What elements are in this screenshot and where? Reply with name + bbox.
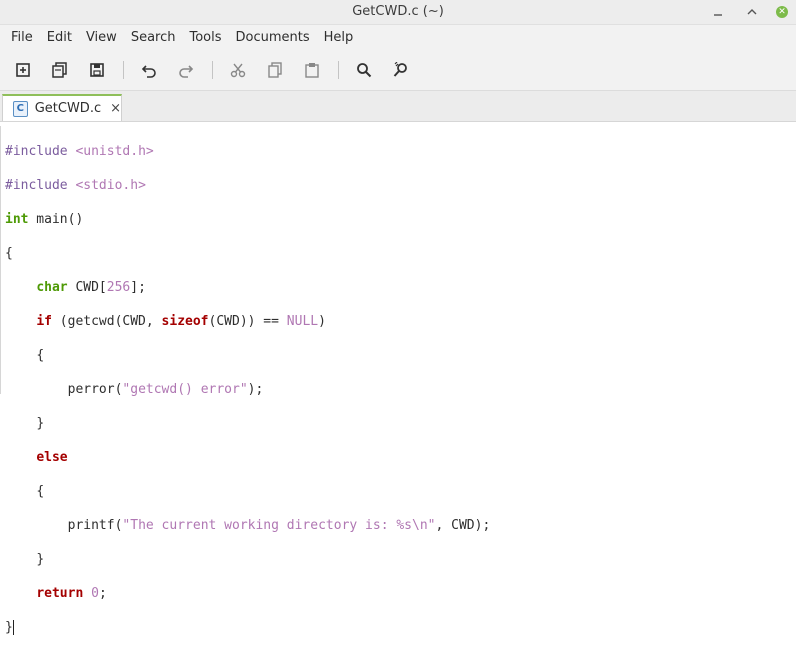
control-keyword: if — [36, 314, 52, 329]
open-document-icon[interactable] — [47, 57, 73, 83]
code-content: #include <unistd.h> #include <stdio.h> i… — [1, 126, 796, 653]
code-text: CWD[ — [67, 280, 107, 295]
paste-icon[interactable] — [299, 57, 325, 83]
undo-icon[interactable] — [136, 57, 162, 83]
menu-file[interactable]: File — [4, 30, 40, 45]
code-text: printf( — [67, 518, 123, 533]
code-line: int main() — [5, 211, 796, 228]
code-line: char CWD[256]; — [5, 279, 796, 296]
code-text: main() — [28, 212, 84, 227]
code-text: (CWD)) == — [208, 314, 287, 329]
find-replace-icon[interactable] — [388, 57, 414, 83]
save-icon[interactable] — [84, 57, 110, 83]
maximize-icon[interactable] — [742, 2, 762, 22]
menu-tools[interactable]: Tools — [182, 30, 228, 45]
menu-bar: File Edit View Search Tools Documents He… — [0, 25, 796, 50]
code-line: printf("The current working directory is… — [5, 517, 796, 534]
code-line: { — [5, 483, 796, 500]
code-text: { — [5, 246, 13, 261]
toolbar-separator — [212, 61, 213, 79]
type-keyword: char — [36, 280, 68, 295]
code-text: (getcwd(CWD, — [51, 314, 162, 329]
code-line: } — [5, 551, 796, 568]
new-document-icon[interactable] — [10, 57, 36, 83]
code-line: if (getcwd(CWD, sizeof(CWD)) == NULL) — [5, 313, 796, 330]
toolbar-separator — [338, 61, 339, 79]
c-file-icon: C — [13, 100, 28, 117]
code-line: } — [5, 619, 796, 636]
menu-search[interactable]: Search — [124, 30, 183, 45]
search-icon[interactable] — [351, 57, 377, 83]
code-line: perror("getcwd() error"); — [5, 381, 796, 398]
code-text: perror( — [67, 382, 123, 397]
window-controls: ✕ — [708, 2, 788, 22]
redo-icon[interactable] — [173, 57, 199, 83]
type-keyword: int — [5, 212, 29, 227]
include-path: <unistd.h> — [75, 144, 154, 159]
tab-getcwd[interactable]: C GetCWD.c × — [2, 94, 122, 121]
window-title: GetCWD.c (~) — [352, 4, 444, 19]
preprocessor-directive: #include — [5, 178, 68, 193]
code-line: else — [5, 449, 796, 466]
code-text: , CWD); — [435, 518, 491, 533]
code-text: } — [36, 552, 45, 567]
code-text: } — [36, 416, 45, 431]
string-literal: "The current working directory is: %s\n" — [122, 518, 436, 533]
menu-help[interactable]: Help — [317, 30, 361, 45]
copy-icon[interactable] — [262, 57, 288, 83]
cut-icon[interactable] — [225, 57, 251, 83]
code-line: { — [5, 245, 796, 262]
toolbar-separator — [123, 61, 124, 79]
code-text: ; — [98, 586, 107, 601]
menu-edit[interactable]: Edit — [40, 30, 79, 45]
string-literal: "getcwd() error" — [122, 382, 248, 397]
code-text: { — [36, 348, 45, 363]
tab-label: GetCWD.c — [34, 101, 102, 116]
code-editor[interactable]: #include <unistd.h> #include <stdio.h> i… — [0, 126, 796, 635]
code-line: return 0; — [5, 585, 796, 602]
number-literal: 0 — [91, 586, 99, 601]
code-text: ); — [247, 382, 264, 397]
close-window-icon[interactable]: ✕ — [776, 6, 788, 18]
control-keyword: sizeof — [161, 314, 209, 329]
title-bar: GetCWD.c (~) ✕ — [0, 0, 796, 25]
code-line: { — [5, 347, 796, 364]
include-path: <stdio.h> — [75, 178, 146, 193]
code-line: #include <stdio.h> — [5, 177, 796, 194]
code-line: } — [5, 415, 796, 432]
toolbar — [0, 50, 796, 91]
code-line: #include <unistd.h> — [5, 143, 796, 160]
control-keyword: else — [36, 450, 68, 465]
code-text: { — [36, 484, 45, 499]
menu-documents[interactable]: Documents — [229, 30, 317, 45]
close-tab-icon[interactable]: × — [110, 101, 121, 116]
menu-view[interactable]: View — [79, 30, 124, 45]
preprocessor-directive: #include — [5, 144, 68, 159]
tab-bar: C GetCWD.c × — [0, 91, 796, 122]
code-text: ]; — [130, 280, 146, 295]
constant: NULL — [286, 314, 319, 329]
text-cursor — [12, 620, 14, 635]
code-text: ) — [318, 314, 326, 329]
code-text: } — [5, 620, 13, 635]
minimize-icon[interactable] — [708, 2, 728, 22]
number-literal: 256 — [106, 280, 131, 295]
control-keyword: return — [36, 586, 84, 601]
